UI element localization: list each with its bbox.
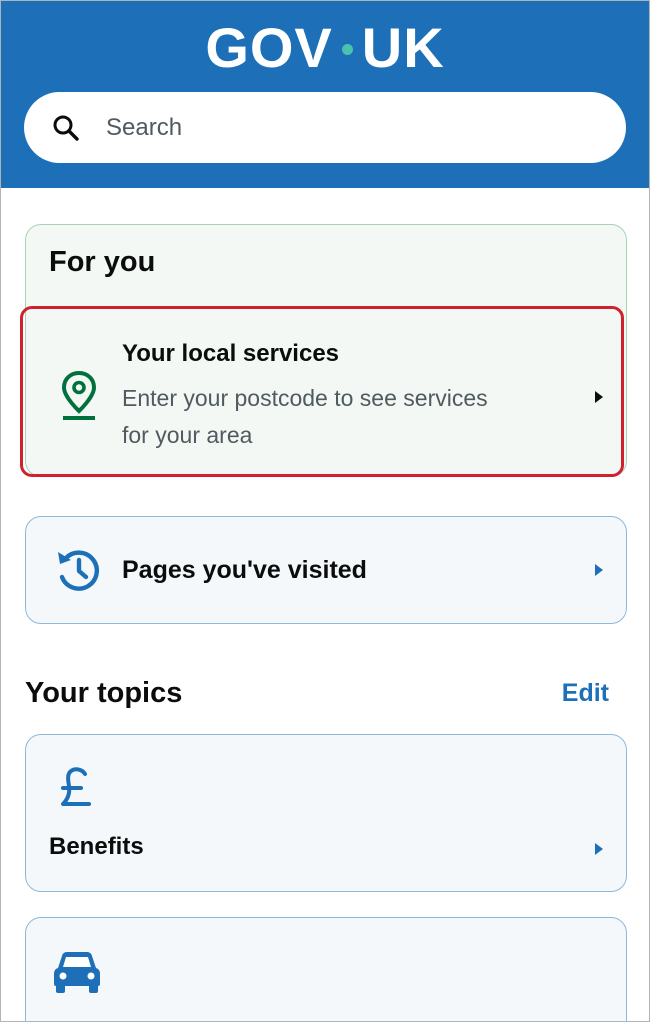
edit-topics-link[interactable]: Edit <box>562 679 609 708</box>
history-icon <box>58 550 99 591</box>
local-services-title: Your local services <box>122 340 340 367</box>
topic-card-benefits[interactable] <box>25 734 627 892</box>
chevron-right-icon <box>595 391 603 403</box>
logo-dot <box>341 43 353 55</box>
logo-text-gov: GOV <box>205 15 333 79</box>
topic-label-benefits: Benefits <box>49 833 144 860</box>
chevron-right-icon <box>595 564 603 576</box>
local-services-subtitle-2: for your area <box>122 422 253 448</box>
topic-card-driving[interactable] <box>25 917 627 1021</box>
your-topics-heading: Your topics <box>25 677 183 709</box>
location-pin-icon <box>61 370 97 420</box>
chevron-right-icon <box>595 843 603 855</box>
local-services-subtitle-1: Enter your postcode to see services <box>122 385 488 411</box>
search-input[interactable]: Search <box>24 92 626 163</box>
govuk-logo[interactable]: GOV UK <box>1 15 649 79</box>
site-header: GOV UK Search <box>1 1 649 188</box>
logo-text-uk: UK <box>361 15 445 79</box>
search-placeholder: Search <box>106 113 183 141</box>
pages-visited-title: Pages you've visited <box>122 556 367 584</box>
for-you-heading: For you <box>49 246 156 278</box>
pound-icon <box>61 767 91 806</box>
search-icon <box>53 115 79 141</box>
car-icon <box>54 952 100 993</box>
app-frame: GOV UK Search For you Your local service… <box>0 0 650 1022</box>
